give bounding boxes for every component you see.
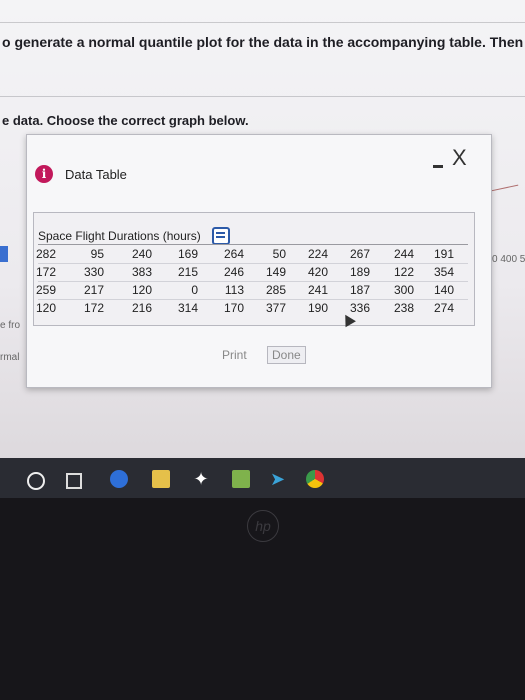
table-row: 172 330 383 215 246 149 420 189 122 354 bbox=[34, 265, 474, 281]
close-button[interactable]: X bbox=[452, 147, 472, 169]
edge-icon[interactable] bbox=[110, 470, 128, 488]
background-label: rmal bbox=[0, 352, 20, 363]
data-table-dialog: i Data Table X Space Flight Durations (h… bbox=[26, 134, 492, 388]
row-rule bbox=[38, 263, 468, 264]
divider bbox=[0, 22, 525, 23]
minimize-button[interactable] bbox=[431, 157, 445, 169]
task-view-icon[interactable] bbox=[66, 473, 82, 489]
graph-axis-fragment: 0 400 5 bbox=[492, 254, 525, 265]
table-cell: 216 bbox=[131, 301, 152, 315]
answer-option-marker[interactable] bbox=[0, 246, 8, 262]
table-cell: 172 bbox=[83, 301, 104, 315]
table-cell: 0 bbox=[191, 283, 198, 297]
table-cell: 238 bbox=[393, 301, 414, 315]
table-cell: 314 bbox=[177, 301, 198, 315]
table-cell: 354 bbox=[433, 265, 454, 279]
table-cell: 300 bbox=[393, 283, 414, 297]
table-cell: 50 bbox=[272, 247, 286, 261]
table-cell: 172 bbox=[35, 265, 56, 279]
question-text: o generate a normal quantile plot for th… bbox=[2, 34, 525, 50]
background-label: e fro bbox=[0, 320, 21, 331]
table-cell: 330 bbox=[83, 265, 104, 279]
browser-page: o generate a normal quantile plot for th… bbox=[0, 0, 525, 470]
table-cell: 215 bbox=[177, 265, 198, 279]
table-cell: 120 bbox=[131, 283, 152, 297]
row-rule bbox=[38, 281, 468, 282]
table-cell: 224 bbox=[307, 247, 328, 261]
table-cell: 274 bbox=[433, 301, 454, 315]
table-rule bbox=[38, 244, 468, 245]
table-cell: 246 bbox=[223, 265, 244, 279]
table-row: 282 95 240 169 264 50 224 267 244 191 bbox=[34, 247, 474, 263]
info-icon: i bbox=[35, 165, 53, 183]
table-cell: 95 bbox=[90, 247, 104, 261]
table-cell: 169 bbox=[177, 247, 198, 261]
table-cell: 259 bbox=[35, 283, 56, 297]
table-cell: 240 bbox=[131, 247, 152, 261]
table-cell: 140 bbox=[433, 283, 454, 297]
table-cell: 244 bbox=[393, 247, 414, 261]
table-cell: 190 bbox=[307, 301, 328, 315]
table-cell: 377 bbox=[265, 301, 286, 315]
dialog-header: i Data Table X bbox=[27, 135, 491, 183]
table-cell: 187 bbox=[349, 283, 370, 297]
table-cell: 282 bbox=[35, 247, 56, 261]
table-cell: 383 bbox=[131, 265, 152, 279]
table-cell: 420 bbox=[307, 265, 328, 279]
table-cell: 122 bbox=[393, 265, 414, 279]
photos-icon[interactable] bbox=[232, 470, 250, 488]
start-icon[interactable] bbox=[27, 472, 45, 490]
arrow-icon[interactable]: ➤ bbox=[270, 470, 288, 488]
data-table: Space Flight Durations (hours) 282 95 240 1… bbox=[33, 212, 475, 326]
table-caption: Space Flight Durations (hours) bbox=[38, 229, 201, 243]
dropbox-icon[interactable]: ✦ bbox=[192, 470, 210, 488]
table-cell: 264 bbox=[223, 247, 244, 261]
table-cell: 191 bbox=[433, 247, 454, 261]
divider bbox=[0, 96, 525, 97]
copy-icon[interactable] bbox=[212, 227, 230, 245]
table-cell: 189 bbox=[349, 265, 370, 279]
table-row: 120 172 216 314 170 377 190 336 238 274 bbox=[34, 301, 474, 317]
store-icon[interactable] bbox=[152, 470, 170, 488]
table-cell: 241 bbox=[307, 283, 328, 297]
instruction-text: e data. Choose the correct graph below. bbox=[2, 113, 249, 128]
dialog-title: Data Table bbox=[65, 167, 127, 182]
hp-logo: hp bbox=[247, 510, 279, 542]
row-rule bbox=[38, 299, 468, 300]
chrome-icon[interactable] bbox=[306, 470, 324, 488]
table-cell: 170 bbox=[223, 301, 244, 315]
table-cell: 217 bbox=[83, 283, 104, 297]
table-cell: 113 bbox=[224, 283, 244, 297]
print-button[interactable]: Print bbox=[215, 346, 254, 364]
taskbar: ✦ ➤ bbox=[0, 458, 525, 498]
table-cell: 149 bbox=[265, 265, 286, 279]
table-cell: 120 bbox=[35, 301, 56, 315]
table-row: 259 217 120 0 113 285 241 187 300 140 bbox=[34, 283, 474, 299]
table-cell: 285 bbox=[265, 283, 286, 297]
done-button[interactable]: Done bbox=[267, 346, 306, 364]
table-cell: 267 bbox=[349, 247, 370, 261]
